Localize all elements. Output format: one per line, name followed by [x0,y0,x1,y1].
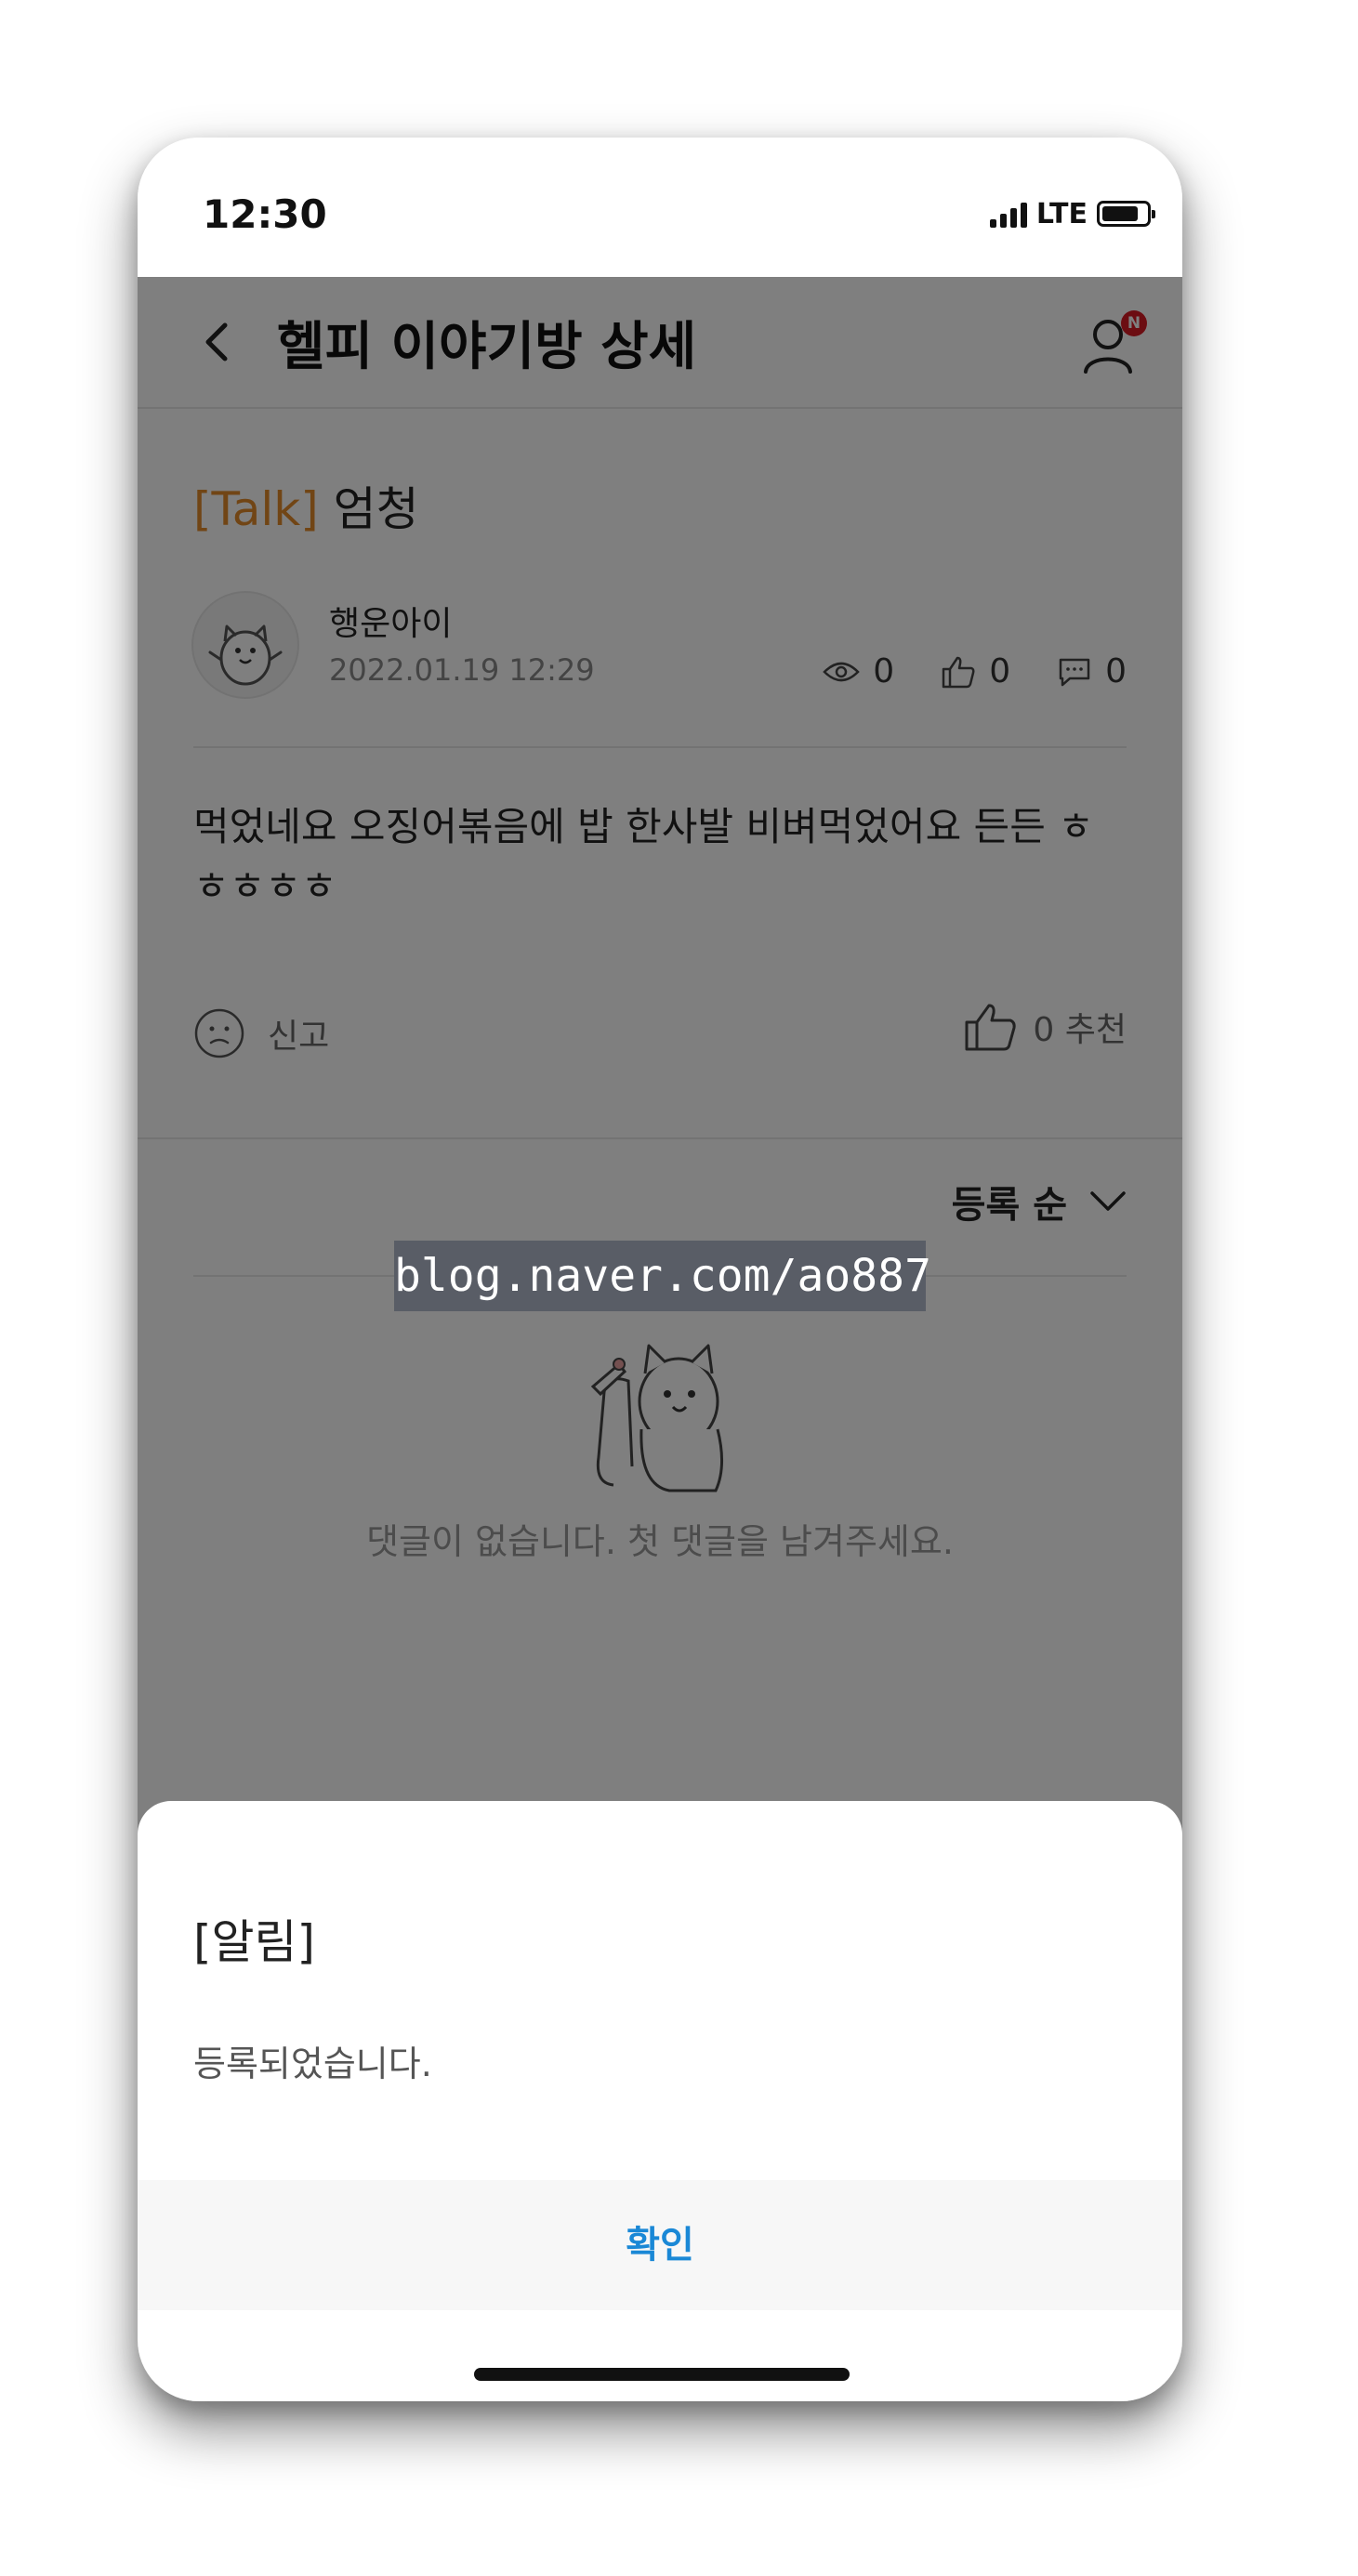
status-time: 12:30 [203,191,327,237]
signal-icon [989,200,1027,228]
confirm-button[interactable]: 확인 [138,2180,1182,2310]
battery-icon [1097,201,1155,227]
system-icons: LTE [989,197,1155,230]
alert-title: [알림] [193,1915,316,1969]
network-type: LTE [1035,197,1088,230]
phone-frame: 12:30 LTE 헬피 이야기방 상세 N [Talk] 엄청 [138,138,1182,2401]
alert-message: 등록되었습니다. [193,2044,432,2084]
home-indicator[interactable] [474,2368,850,2381]
watermark-text: blog.naver.com/ao887 [394,1241,931,1311]
alert-bottom-sheet: [알림] 등록되었습니다. 확인 [138,1801,1182,2401]
status-bar: 12:30 LTE [138,138,1182,277]
